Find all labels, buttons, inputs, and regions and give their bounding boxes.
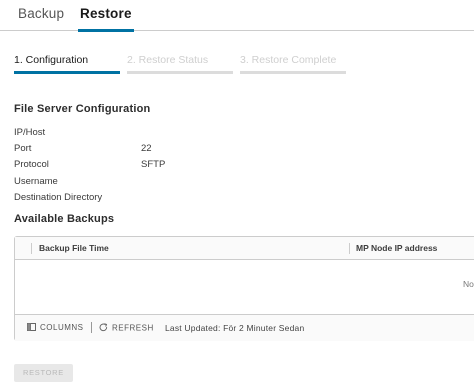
active-tab-indicator [78, 29, 134, 32]
field-value: SFTP [141, 159, 166, 170]
datagrid-header: Backup File Time MP Node IP address [15, 237, 474, 260]
available-backups-title: Available Backups [14, 213, 115, 225]
step-restore-complete: 3. Restore Complete [240, 54, 346, 74]
refresh-icon [99, 323, 108, 334]
restore-button[interactable]: RESTORE [14, 364, 73, 382]
step-configuration[interactable]: 1. Configuration [14, 54, 120, 74]
step-configuration-label: 1. Configuration [14, 54, 89, 66]
refresh-button[interactable]: REFRESH [99, 323, 154, 334]
field-label: IP/Host [14, 127, 46, 138]
columns-button[interactable]: COLUMNS [27, 323, 84, 333]
datagrid-empty-placeholder: No [463, 279, 474, 289]
column-separator [31, 243, 32, 254]
field-port: Port 22 [14, 143, 152, 154]
file-server-config-title: File Server Configuration [14, 103, 151, 115]
backups-datagrid: Backup File Time MP Node IP address No C… [14, 236, 474, 341]
field-value: 22 [141, 143, 152, 154]
field-label: Destination Directory [14, 192, 103, 203]
columns-icon [27, 323, 36, 333]
column-header-backup-file-time[interactable]: Backup File Time [39, 243, 109, 253]
field-username: Username [14, 176, 58, 187]
tab-restore[interactable]: Restore [78, 6, 134, 32]
field-destination-directory: Destination Directory [14, 192, 102, 203]
last-updated-text: Last Updated: För 2 Minuter Sedan [165, 323, 305, 333]
tab-backup[interactable]: Backup [18, 6, 64, 31]
field-label: Port [14, 143, 32, 154]
datagrid-footer: COLUMNS REFRESH Last Updated: För 2 Minu… [15, 314, 474, 341]
step-configuration-bar [14, 71, 120, 74]
field-label: Username [14, 176, 58, 187]
step-restore-status-label: 2. Restore Status [127, 54, 209, 66]
column-resize-handle[interactable] [349, 243, 350, 254]
step-restore-status: 2. Restore Status [127, 54, 233, 74]
step-restore-status-bar [127, 71, 233, 74]
columns-button-label: COLUMNS [40, 323, 84, 333]
step-restore-complete-bar [240, 71, 346, 74]
column-header-mp-node-ip[interactable]: MP Node IP address [356, 243, 437, 253]
tab-restore-label: Restore [80, 6, 132, 21]
footer-divider [91, 322, 92, 333]
field-label: Protocol [14, 159, 49, 170]
step-restore-complete-label: 3. Restore Complete [240, 54, 337, 66]
field-protocol: Protocol SFTP [14, 159, 165, 170]
refresh-button-label: REFRESH [112, 323, 154, 333]
field-ip-host: IP/Host [14, 127, 45, 138]
tab-bar: Backup Restore [0, 0, 474, 32]
